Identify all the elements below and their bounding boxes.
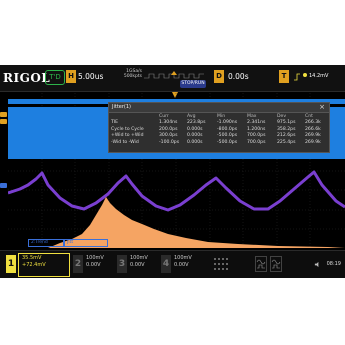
ch3-offset: 0.00V xyxy=(130,262,145,268)
ch3-values[interactable]: 100mV 0.00V xyxy=(130,255,148,269)
waveform-generator-icon[interactable] xyxy=(255,256,267,272)
channel-dot-icon xyxy=(303,73,307,77)
trigger-label[interactable]: T xyxy=(279,70,289,83)
trigger-level-value[interactable]: 14.2mV xyxy=(303,70,328,83)
ch1-scale: 35.5mV xyxy=(22,255,42,261)
ch4-offset: 0.00V xyxy=(174,262,189,268)
table-cell: -Wid to -Wid xyxy=(111,139,139,145)
close-icon[interactable]: × xyxy=(319,103,325,111)
dialog-title: Jitter(1) xyxy=(112,104,131,110)
ch4-values[interactable]: 100mV 0.00V xyxy=(174,255,192,269)
jitter-measurement-dialog[interactable]: Jitter(1) × Curr Avg Min Max Dev Cnt TIE… xyxy=(108,102,330,153)
sample-rate-bottom: 500kpts xyxy=(123,74,142,79)
horizontal-label[interactable]: H xyxy=(66,70,76,83)
run-state-badge[interactable]: T'D xyxy=(45,70,65,85)
table-cell: 700.0ps xyxy=(247,139,266,145)
table-row: +Wid to +Wid 300.0ps 0.000s -500.0ps 700… xyxy=(111,133,327,139)
digital-marker-2[interactable] xyxy=(0,119,7,124)
table-cell: 269.9k xyxy=(305,139,321,145)
ch1-number[interactable]: 1 xyxy=(6,255,16,273)
ch3-scale: 100mV xyxy=(130,255,148,261)
jitter-label-box[interactable]: Jitt xyxy=(64,239,108,247)
trend-label-box[interactable]: 2:Trend xyxy=(28,239,64,247)
top-status-bar: RIGOL T'D H 5.00us 1GSa/s 500kpts STOP/R… xyxy=(0,65,345,92)
channel-status-bar: 1 35.5mV +72.4mV 2 100mV 0.00V 3 100mV 0… xyxy=(0,250,345,278)
stop-run-button[interactable]: STOP/RUN xyxy=(180,80,206,88)
trigger-edge-icon xyxy=(294,73,300,81)
delay-label[interactable]: D xyxy=(214,70,224,83)
table-cell: 225.4ps xyxy=(277,139,296,145)
ch2-values[interactable]: 100mV 0.00V xyxy=(86,255,104,269)
ch4-scale: 100mV xyxy=(174,255,192,261)
clock-time: 08:19 xyxy=(326,261,341,267)
sample-rate: 1GSa/s 500kpts xyxy=(117,69,142,79)
jitter-table: Curr Avg Min Max Dev Cnt TIE 1.304ns 223… xyxy=(111,114,327,146)
waveform-generator-2-icon[interactable] xyxy=(270,256,282,272)
table-cell: 0.000s xyxy=(187,139,203,145)
table-cell: -100.0ps xyxy=(159,139,180,145)
ch2-scale: 100mV xyxy=(86,255,104,261)
digital-marker-1[interactable] xyxy=(0,112,7,117)
digital-channels-icon[interactable] xyxy=(214,257,244,271)
delay-value[interactable]: 0.00s xyxy=(228,70,249,83)
oscilloscope-screen: RIGOL T'D H 5.00us 1GSa/s 500kpts STOP/R… xyxy=(0,65,345,278)
ch3-number[interactable]: 3 xyxy=(117,255,127,273)
speaker-icon[interactable] xyxy=(314,261,321,268)
ch4-number[interactable]: 4 xyxy=(161,255,171,273)
ch1-offset: +72.4mV xyxy=(22,262,46,268)
jitter-trend-waveform xyxy=(8,170,345,212)
brand-logo: RIGOL xyxy=(3,71,51,85)
timebase-value[interactable]: 5.00us xyxy=(78,70,103,83)
ch4-marker[interactable] xyxy=(0,183,7,188)
trigger-level-text: 14.2mV xyxy=(309,73,329,79)
ch2-offset: 0.00V xyxy=(86,262,101,268)
ch2-number[interactable]: 2 xyxy=(73,255,83,273)
dialog-title-bar[interactable]: Jitter(1) × xyxy=(109,103,329,113)
table-row: -Wid to -Wid -100.0ps 0.000s -500.0ps 70… xyxy=(111,140,327,146)
ch1-values[interactable]: 35.5mV +72.4mV xyxy=(22,255,46,269)
table-cell: -500.0ps xyxy=(217,139,238,145)
